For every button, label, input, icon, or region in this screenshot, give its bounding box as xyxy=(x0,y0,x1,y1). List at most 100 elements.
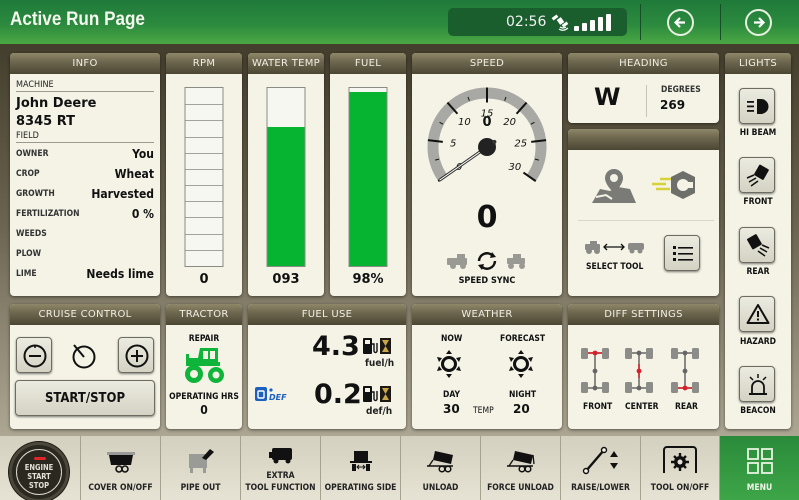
operating-side-label: OPERATING SIDE xyxy=(324,483,397,493)
fuel-rate-value: 4.3 xyxy=(312,331,360,362)
tool-function-icon xyxy=(268,448,292,464)
info-key: CROP xyxy=(16,169,40,179)
fuel-rate-unit: fuel/h xyxy=(365,358,395,369)
cruise-gauge-icon xyxy=(72,344,96,369)
force-unload-label: FORCE UNLOAD xyxy=(487,483,554,493)
gauge-tick-label: 30 xyxy=(508,162,521,173)
night-temp: 20 xyxy=(513,402,530,416)
rpm-segment-line xyxy=(185,136,223,138)
info-row-plow: PLOW xyxy=(16,244,154,264)
unload-button[interactable]: UNLOAD xyxy=(400,436,480,500)
list-icon xyxy=(673,246,693,261)
def-rate-value: 0.2 xyxy=(314,379,362,410)
tool-settings-icon[interactable] xyxy=(650,167,700,205)
menu-button[interactable]: MENU xyxy=(719,436,799,500)
cover-toggle-label: COVER ON/OFF xyxy=(88,483,153,493)
rpm-segment-line xyxy=(185,168,223,170)
rpm-segment-line xyxy=(185,201,223,203)
gauge-inner-value: 0 xyxy=(482,115,491,130)
speed-value: 0 xyxy=(476,200,498,235)
operating-side-button[interactable]: OPERATING SIDE xyxy=(320,436,400,500)
raise-lower-icon xyxy=(582,446,618,475)
rpm-segment-line xyxy=(185,185,223,187)
info-key: WEEDS xyxy=(16,229,47,239)
info-title: INFO xyxy=(10,53,160,74)
extra-tool-function-button[interactable]: EXTRA TOOL FUNCTION xyxy=(240,436,320,500)
fuel-title: FUEL xyxy=(330,53,406,74)
pipe-out-button[interactable]: PIPE OUT xyxy=(160,436,240,500)
fuel-use-panel: FUEL USE 4.3 fuel/h DEF 0.2 def/h xyxy=(248,304,406,429)
rpm-segment-line xyxy=(185,152,223,154)
info-value: 0 % xyxy=(131,207,154,221)
hazard-button[interactable] xyxy=(739,296,775,332)
diff-center-icon[interactable] xyxy=(624,346,654,396)
speed-sync-icon[interactable] xyxy=(445,250,529,272)
sun-forecast-icon xyxy=(509,350,533,378)
forward-button[interactable] xyxy=(745,9,772,36)
day-label: DAY xyxy=(443,390,460,400)
night-label: NIGHT xyxy=(509,390,537,400)
field-map-icon[interactable] xyxy=(590,167,638,205)
force-unload-button[interactable]: FORCE UNLOAD xyxy=(480,436,560,500)
front-light-button[interactable] xyxy=(739,157,775,193)
engine-ring: ENGINE START STOP xyxy=(16,449,62,495)
operating-side-icon xyxy=(349,451,372,471)
water-temp-title: WATER TEMP xyxy=(248,53,324,74)
speed-minus-icon xyxy=(23,344,47,368)
info-value: Harvested xyxy=(91,187,154,201)
tool-swap-icon xyxy=(585,241,644,254)
info-value: You xyxy=(132,147,154,161)
front-light-label: FRONT xyxy=(743,197,773,207)
start-stop-button[interactable]: START/STOP xyxy=(15,380,155,416)
diff-front-icon[interactable] xyxy=(580,346,610,396)
beacon-label: BEACON xyxy=(740,406,776,416)
cruise-decrease-button[interactable] xyxy=(16,337,52,373)
hi-beam-label: HI BEAM xyxy=(739,128,777,138)
hazard-icon xyxy=(746,304,770,324)
hazard-label: HAZARD xyxy=(739,337,777,347)
rpm-bar xyxy=(184,87,224,267)
gauge-tick-label: 5 xyxy=(450,139,456,150)
beacon-button[interactable] xyxy=(739,366,775,402)
high-beam-icon xyxy=(747,99,769,114)
tool-onoff-button[interactable]: TOOL ON/OFF xyxy=(640,436,719,500)
engine-start-stop-button[interactable]: ENGINE START STOP xyxy=(9,442,69,500)
front-light-icon xyxy=(746,164,769,187)
raise-lower-button[interactable]: RAISE/LOWER xyxy=(560,436,640,500)
back-button[interactable] xyxy=(667,9,694,36)
operating-hrs-label: OPERATING HRS xyxy=(169,392,239,402)
gauge-tick-label: 10 xyxy=(458,117,471,128)
unload-icon xyxy=(426,451,453,473)
raise-lower-label: RAISE/LOWER xyxy=(571,483,630,493)
tool-list-button[interactable] xyxy=(664,235,700,271)
day-temp: 30 xyxy=(443,402,460,416)
hi-beam-button[interactable] xyxy=(739,88,775,124)
info-value: Wheat xyxy=(114,167,154,181)
operating-hrs-value: 0 xyxy=(200,403,208,417)
cover-toggle-button[interactable]: COVER ON/OFF xyxy=(80,436,160,500)
status-box: 02:56 xyxy=(448,8,627,36)
satellite-icon xyxy=(551,14,569,31)
info-key: PLOW xyxy=(16,249,42,259)
tractor-title: TRACTOR xyxy=(166,304,242,325)
rpm-title: RPM xyxy=(166,53,242,74)
tractor-status-icon[interactable] xyxy=(182,346,226,384)
engine-indicator-led xyxy=(34,457,46,460)
diff-rear-icon[interactable] xyxy=(670,346,700,396)
pipe-out-label: PIPE OUT xyxy=(180,483,221,493)
cruise-increase-button[interactable] xyxy=(118,337,154,373)
repair-label: REPAIR xyxy=(188,334,220,344)
clock: 02:56 xyxy=(506,14,547,30)
start-stop-label: START/STOP xyxy=(44,391,126,406)
divider xyxy=(646,85,647,117)
gauge-tick-label: 25 xyxy=(514,139,527,150)
def-pump-timer-icon xyxy=(363,386,391,402)
info-value: Needs lime xyxy=(86,267,154,281)
bottom-toolbar: ENGINE START STOP COVER ON/OFF PIPE OUT … xyxy=(0,436,799,500)
diff-front-label: FRONT xyxy=(583,402,613,412)
info-row-crop: CROP Wheat xyxy=(16,164,154,184)
speed-panel: SPEED 0510152025300 0 SPEED SYNC xyxy=(412,53,562,296)
fuel-use-title: FUEL USE xyxy=(248,304,406,325)
diff-settings-panel: DIFF SETTINGS FRONT CENTER REAR xyxy=(568,304,719,429)
rear-light-button[interactable] xyxy=(739,227,775,263)
